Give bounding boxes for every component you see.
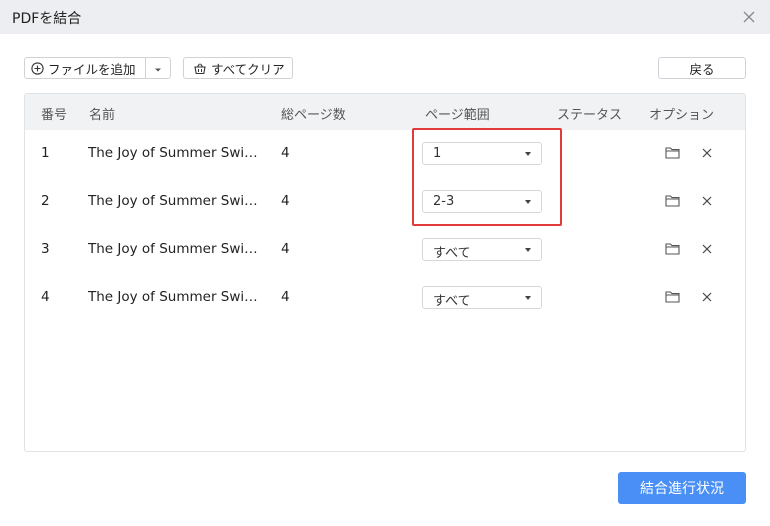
close-icon[interactable] (701, 291, 713, 307)
page-range-select[interactable]: 1 (422, 142, 542, 165)
header-total-pages: 総ページ数 (281, 108, 346, 123)
row-number: 2 (41, 193, 50, 209)
chevron-down-icon (525, 248, 531, 252)
chevron-down-icon (525, 152, 531, 156)
window-title: PDFを結合 (12, 11, 82, 27)
file-name: The Joy of Summer Swimm... (88, 241, 270, 257)
close-icon[interactable] (701, 195, 713, 211)
row-number: 1 (41, 145, 50, 161)
table-row: 1 The Joy of Summer Swimm... 4 1 (25, 130, 745, 178)
table-header: 番号 名前 総ページ数 ページ範囲 ステータス オプション (25, 94, 745, 130)
table-row: 4 The Joy of Summer Swimm... 4 すべて (25, 274, 745, 322)
folder-icon[interactable] (665, 146, 680, 163)
page-range-select[interactable]: すべて (422, 286, 542, 309)
header-options: オプション (649, 108, 715, 123)
title-bar: PDFを結合 (0, 0, 770, 34)
file-name: The Joy of Summer Swimm... (88, 289, 270, 305)
merge-label: 結合進行状況 (640, 481, 724, 497)
clear-all-button[interactable]: すべてクリア (183, 57, 293, 79)
total-pages: 4 (281, 289, 290, 305)
row-number: 4 (41, 289, 50, 305)
add-file-dropdown-button[interactable] (145, 58, 170, 78)
page-range-value: すべて (433, 294, 471, 309)
page-range-value: 2-3 (433, 194, 455, 209)
close-icon[interactable] (701, 243, 713, 259)
table-row: 3 The Joy of Summer Swimm... 4 すべて (25, 226, 745, 274)
chevron-down-icon (525, 200, 531, 204)
page-range-select[interactable]: すべて (422, 238, 542, 261)
merge-button[interactable]: 結合進行状況 (618, 472, 746, 504)
clear-all-label: すべてクリア (211, 61, 285, 77)
folder-icon[interactable] (665, 194, 680, 211)
file-name: The Joy of Summer Swimm... (88, 193, 270, 209)
folder-icon[interactable] (665, 242, 680, 259)
close-icon[interactable] (701, 147, 713, 163)
page-range-value: すべて (433, 246, 471, 261)
table-row: 2 The Joy of Summer Swimm... 4 2-3 (25, 178, 745, 226)
folder-icon[interactable] (665, 290, 680, 307)
close-icon[interactable] (740, 8, 758, 26)
add-file-button-group: ファイルを追加 (24, 57, 171, 79)
chevron-down-icon (525, 296, 531, 300)
header-page-range: ページ範囲 (425, 108, 490, 123)
add-file-button[interactable]: ファイルを追加 (25, 58, 145, 78)
plus-circle-icon (31, 61, 44, 75)
total-pages: 4 (281, 241, 290, 257)
total-pages: 4 (281, 145, 290, 161)
chevron-down-icon (154, 61, 162, 76)
header-number: 番号 (41, 108, 68, 123)
header-name: 名前 (89, 108, 116, 123)
merge-pdf-dialog: PDFを結合 ファイルを追加 すべてクリア 戻る 番号 名前 総ページ数 ページ… (0, 0, 770, 526)
file-table: 番号 名前 総ページ数 ページ範囲 ステータス オプション 1 The Joy … (24, 93, 746, 452)
page-range-value: 1 (433, 146, 442, 161)
back-button[interactable]: 戻る (658, 57, 746, 79)
header-status: ステータス (557, 108, 623, 123)
file-name: The Joy of Summer Swimm... (88, 145, 270, 161)
basket-icon (193, 62, 207, 75)
row-number: 3 (41, 241, 50, 257)
total-pages: 4 (281, 193, 290, 209)
back-label: 戻る (689, 61, 715, 77)
add-file-label: ファイルを追加 (48, 61, 136, 77)
page-range-select[interactable]: 2-3 (422, 190, 542, 213)
